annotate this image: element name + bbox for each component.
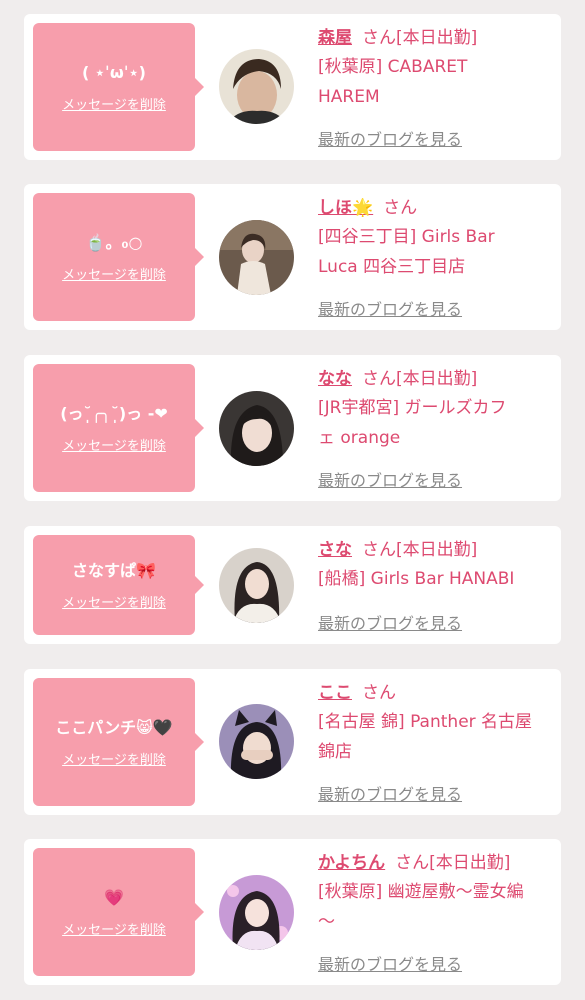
store-name: [JR宇都宮] ガールズカフ ェ orange	[318, 393, 554, 453]
store-name: [名古屋 錦] Panther 名古屋 錦店	[318, 707, 554, 767]
avatar[interactable]	[219, 875, 294, 950]
work-status-tag: [本日出勤]	[396, 540, 478, 560]
store-line: HAREM	[318, 87, 380, 107]
delete-message-link[interactable]: メッセージを削除	[62, 749, 166, 768]
avatar[interactable]	[219, 49, 294, 124]
honorific: さん	[362, 28, 396, 48]
store-line: 〜	[318, 912, 335, 932]
avatar[interactable]	[219, 220, 294, 295]
latest-blog-link[interactable]: 最新のブログを見る	[318, 126, 462, 150]
name-line: さな さん[本日出勤]	[318, 537, 554, 563]
latest-blog-link[interactable]: 最新のブログを見る	[318, 467, 462, 491]
message-text: ここパンチ😸🖤	[55, 717, 173, 737]
message-bubble: 🍵。₀○ メッセージを削除	[33, 193, 204, 321]
latest-blog-link[interactable]: 最新のブログを見る	[318, 610, 462, 634]
store-line: [船橋] Girls Bar HANABI	[318, 569, 515, 589]
cast-info: 森屋 さん[本日出勤] [秋葉原] CABARET HAREM	[318, 25, 554, 112]
store-name: [船橋] Girls Bar HANABI	[318, 564, 554, 594]
store-name: [秋葉原] 幽遊屋敷〜霊女編 〜	[318, 877, 554, 937]
work-status-tag: [本日出勤]	[429, 853, 511, 873]
delete-message-link[interactable]: メッセージを削除	[62, 435, 166, 454]
cast-info: しほ🌟 さん [四谷三丁目] Girls Bar Luca 四谷三丁目店	[318, 195, 554, 282]
message-text: 💗	[104, 887, 124, 907]
message-bubble: ここパンチ😸🖤 メッセージを削除	[33, 678, 204, 806]
name-line: 森屋 さん[本日出勤]	[318, 25, 554, 51]
message-bubble: 💗 メッセージを削除	[33, 848, 204, 976]
cast-name-link[interactable]: なな	[318, 369, 352, 389]
name-line: しほ🌟 さん	[318, 195, 554, 221]
delete-message-link[interactable]: メッセージを削除	[62, 94, 166, 113]
store-line: Luca 四谷三丁目店	[318, 257, 466, 277]
store-line: ェ orange	[318, 428, 401, 448]
message-card: 🍵。₀○ メッセージを削除 しほ🌟 さん [四谷三丁目] Girls Bar Lu…	[24, 184, 561, 330]
store-name: [秋葉原] CABARET HAREM	[318, 52, 554, 112]
message-text: 🍵。₀○	[85, 232, 143, 252]
store-line: [秋葉原] 幽遊屋敷〜霊女編	[318, 882, 524, 902]
delete-message-link[interactable]: メッセージを削除	[62, 592, 166, 611]
name-line: かよちん さん[本日出勤]	[318, 850, 554, 876]
message-card: ( ⋆ˈωˈ⋆) メッセージを削除 森屋 さん[本日出勤] [秋葉原] CABAR…	[24, 14, 561, 160]
message-card: 💗 メッセージを削除 かよちん さん[本日出勤] [秋葉原] 幽遊屋敷〜霊女編 〜…	[24, 839, 561, 985]
message-bubble: さなすぱ🎀 メッセージを削除	[33, 535, 204, 635]
store-line: 錦店	[318, 742, 352, 762]
message-text: ( ⋆ˈωˈ⋆)	[82, 62, 146, 82]
cast-name-link[interactable]: かよちん	[318, 853, 385, 873]
store-line: [名古屋 錦] Panther 名古屋	[318, 712, 533, 732]
name-line: ここ さん	[318, 680, 554, 706]
message-list: ( ⋆ˈωˈ⋆) メッセージを削除 森屋 さん[本日出勤] [秋葉原] CABAR…	[0, 0, 585, 1000]
avatar[interactable]	[219, 548, 294, 623]
cast-name-link[interactable]: さな	[318, 540, 352, 560]
honorific: さん	[362, 540, 396, 560]
cast-info: さな さん[本日出勤] [船橋] Girls Bar HANABI	[318, 537, 554, 594]
message-bubble: ( ⋆ˈωˈ⋆) メッセージを削除	[33, 23, 204, 151]
work-status-tag: [本日出勤]	[396, 369, 478, 389]
cast-info: ここ さん [名古屋 錦] Panther 名古屋 錦店	[318, 680, 554, 767]
store-line: [秋葉原] CABARET	[318, 57, 468, 77]
latest-blog-link[interactable]: 最新のブログを見る	[318, 781, 462, 805]
message-card: (っ˘̩╭╮˘̩)っ ‐❤ メッセージを削除 なな さん[本日出勤] [JR宇都宮…	[24, 355, 561, 501]
honorific: さん	[362, 369, 396, 389]
work-status-tag: [本日出勤]	[396, 28, 478, 48]
delete-message-link[interactable]: メッセージを削除	[62, 919, 166, 938]
delete-message-link[interactable]: メッセージを削除	[62, 264, 166, 283]
store-line: [JR宇都宮] ガールズカフ	[318, 398, 507, 418]
avatar[interactable]	[219, 391, 294, 466]
store-name: [四谷三丁目] Girls Bar Luca 四谷三丁目店	[318, 222, 554, 282]
cast-name-link[interactable]: 森屋	[318, 28, 352, 48]
honorific: さん	[383, 198, 418, 218]
honorific: さん	[395, 853, 430, 873]
message-card: ここパンチ😸🖤 メッセージを削除 ここ さん [名古屋 錦] Panther 名古…	[24, 669, 561, 815]
store-line: [四谷三丁目] Girls Bar	[318, 227, 495, 247]
honorific: さん	[362, 683, 396, 703]
cast-name-link[interactable]: しほ🌟	[318, 198, 373, 218]
message-bubble: (っ˘̩╭╮˘̩)っ ‐❤ メッセージを削除	[33, 364, 204, 492]
latest-blog-link[interactable]: 最新のブログを見る	[318, 951, 462, 975]
latest-blog-link[interactable]: 最新のブログを見る	[318, 296, 462, 320]
message-text: (っ˘̩╭╮˘̩)っ ‐❤	[60, 403, 168, 423]
cast-name-link[interactable]: ここ	[318, 683, 352, 703]
message-text: さなすぱ🎀	[72, 560, 156, 580]
message-card: さなすぱ🎀 メッセージを削除 さな さん[本日出勤] [船橋] Girls Bar…	[24, 526, 561, 644]
cast-info: なな さん[本日出勤] [JR宇都宮] ガールズカフ ェ orange	[318, 366, 554, 453]
name-line: なな さん[本日出勤]	[318, 366, 554, 392]
avatar[interactable]	[219, 704, 294, 779]
cast-info: かよちん さん[本日出勤] [秋葉原] 幽遊屋敷〜霊女編 〜	[318, 850, 554, 937]
